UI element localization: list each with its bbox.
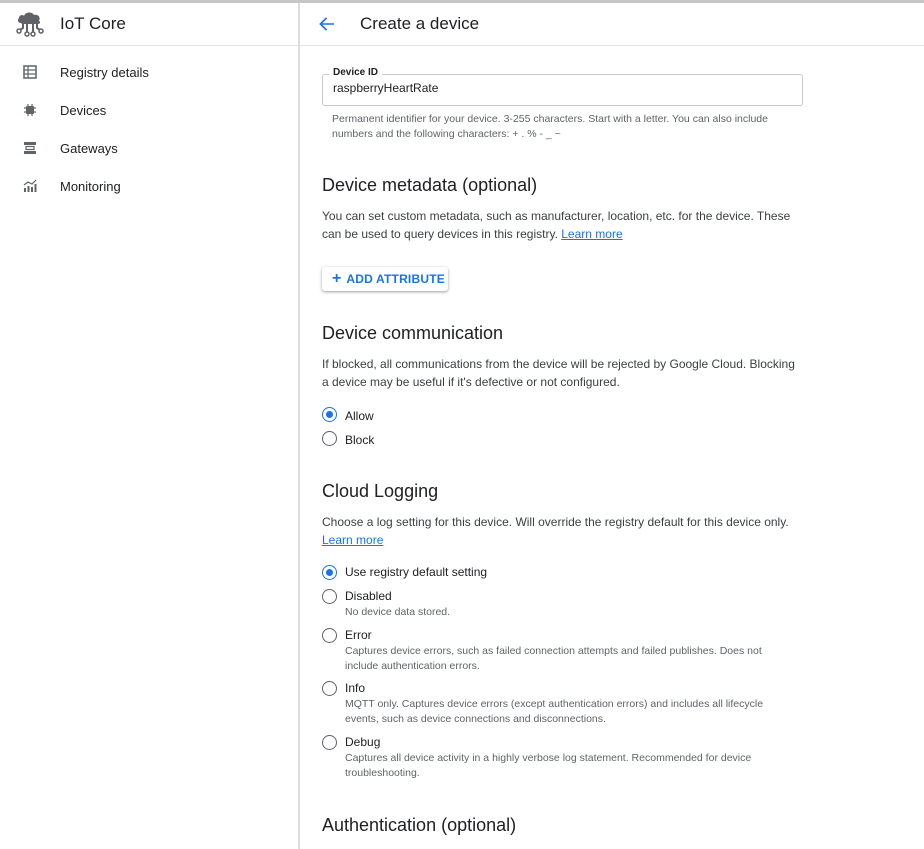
radio-description: Captures all device activity in a highly…	[345, 752, 752, 779]
radio-description: Captures device errors, such as failed c…	[345, 645, 762, 672]
radio-disabled[interactable]: Disabled No device data stored.	[322, 589, 795, 620]
sidebar-nav: Registry details Devices Gateways Monito…	[0, 46, 298, 205]
sidebar-item-label: Gateways	[60, 140, 118, 156]
radio-button[interactable]	[322, 735, 337, 750]
sidebar-item-label: Registry details	[60, 64, 149, 80]
device-id-input[interactable]	[333, 81, 773, 95]
sidebar-item-devices[interactable]: Devices	[0, 91, 298, 129]
logging-description: Choose a log setting for this device. Wi…	[322, 513, 804, 549]
radio-error[interactable]: Error Captures device errors, such as fa…	[322, 628, 795, 674]
radio-description: MQTT only. Captures device errors (excep…	[345, 698, 764, 725]
sidebar-item-registry-details[interactable]: Registry details	[0, 53, 298, 91]
page-title: Create a device	[360, 14, 480, 33]
radio-button[interactable]	[322, 628, 337, 643]
radio-button[interactable]	[322, 681, 337, 696]
metadata-section-title: Device metadata (optional)	[322, 175, 538, 195]
radio-button[interactable]	[322, 407, 337, 422]
radio-label: Info	[345, 681, 366, 695]
radio-label: Disabled	[345, 589, 392, 603]
radio-registry-default[interactable]: Use registry default setting	[322, 565, 487, 580]
radio-label: Allow	[345, 409, 374, 423]
radio-block[interactable]: Block	[322, 431, 374, 449]
authentication-section-title: Authentication (optional)	[322, 815, 517, 835]
metadata-description-text: You can set custom metadata, such as man…	[322, 209, 791, 241]
logging-section-title: Cloud Logging	[322, 481, 439, 501]
plus-icon: +	[332, 270, 342, 287]
sidebar-item-gateways[interactable]: Gateways	[0, 129, 298, 167]
device-id-field[interactable]: Device ID	[322, 67, 803, 106]
product-title: IoT Core	[60, 14, 126, 33]
device-id-help: Permanent identifier for your device. 3-…	[332, 113, 768, 140]
gateways-icon	[22, 140, 38, 156]
back-button[interactable]	[317, 14, 337, 34]
radio-label: Block	[345, 433, 375, 447]
metadata-learn-more-link[interactable]: Learn more	[561, 227, 622, 241]
monitoring-chart-icon	[22, 178, 38, 194]
sidebar: IoT Core Registry details Devices Gatewa…	[0, 3, 298, 849]
device-id-label: Device ID	[329, 67, 383, 78]
add-attribute-button[interactable]: + ADD ATTRIBUTE	[322, 267, 448, 291]
sidebar-item-label: Devices	[60, 102, 107, 118]
radio-button[interactable]	[322, 431, 337, 446]
radio-allow[interactable]: Allow	[322, 407, 374, 425]
page-header: Create a device	[300, 3, 924, 46]
sidebar-header: IoT Core	[0, 3, 298, 46]
sidebar-item-monitoring[interactable]: Monitoring	[0, 167, 298, 205]
iot-cloud-icon	[14, 8, 46, 40]
logging-learn-more-link[interactable]: Learn more	[322, 533, 383, 547]
registry-details-icon	[22, 64, 38, 80]
communication-description: If blocked, all communications from the …	[322, 357, 795, 389]
radio-label: Use registry default setting	[345, 565, 488, 579]
radio-button[interactable]	[322, 589, 337, 604]
radio-button[interactable]	[322, 565, 337, 580]
metadata-description: You can set custom metadata, such as man…	[322, 207, 804, 243]
radio-label: Debug	[345, 735, 381, 749]
sidebar-item-label: Monitoring	[60, 178, 121, 194]
radio-debug[interactable]: Debug Captures all device activity in a …	[322, 735, 795, 781]
logging-description-text: Choose a log setting for this device. Wi…	[322, 515, 789, 529]
main-panel: Create a device Device ID Permanent iden…	[300, 3, 924, 849]
arrow-back-icon	[319, 17, 334, 31]
devices-chip-icon	[22, 102, 38, 118]
communication-section-title: Device communication	[322, 323, 504, 343]
radio-label: Error	[345, 628, 372, 642]
radio-info[interactable]: Info MQTT only. Captures device errors (…	[322, 681, 795, 727]
add-attribute-label: ADD ATTRIBUTE	[346, 272, 445, 286]
radio-description: No device data stored.	[345, 606, 451, 618]
